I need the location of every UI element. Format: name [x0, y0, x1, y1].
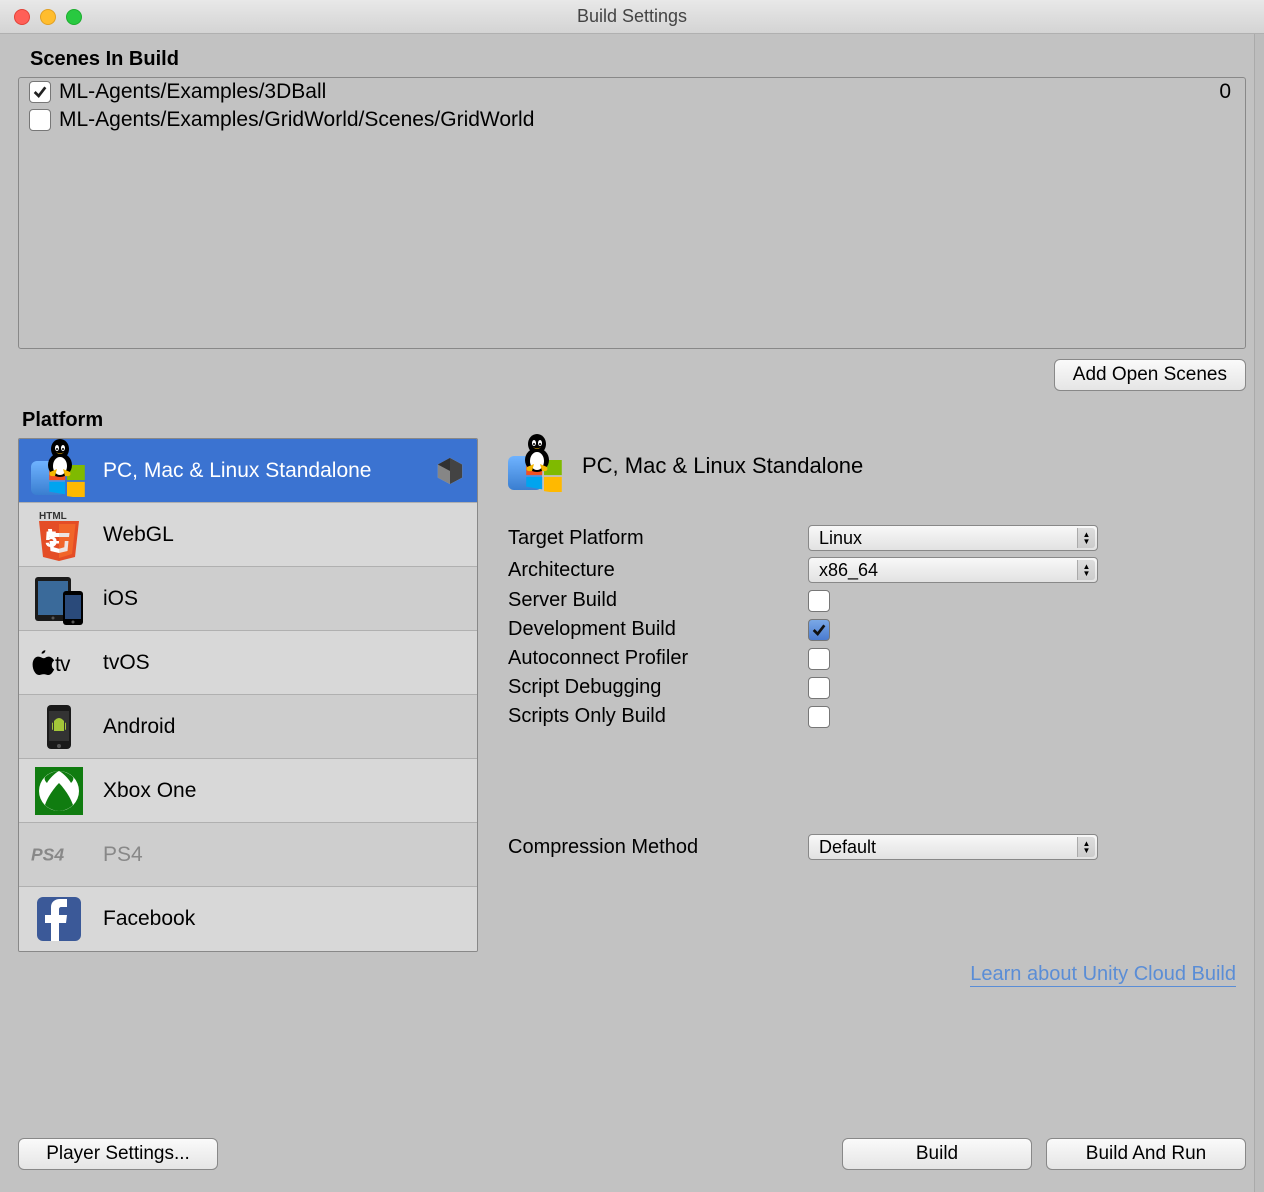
android-icon	[31, 699, 87, 755]
platform-label: tvOS	[103, 651, 150, 675]
platform-item-ps4[interactable]: PS4 PS4	[19, 823, 477, 887]
architecture-value: x86_64	[819, 560, 878, 581]
svg-text:tv: tv	[55, 653, 71, 676]
window-title: Build Settings	[0, 6, 1264, 27]
detail-header: PC, Mac & Linux Standalone	[508, 438, 1236, 494]
script-debugging-checkbox[interactable]	[808, 677, 830, 699]
server-build-checkbox[interactable]	[808, 590, 830, 612]
scene-checkbox[interactable]	[29, 109, 51, 131]
platform-item-android[interactable]: Android	[19, 695, 477, 759]
scripts-only-label: Scripts Only Build	[508, 705, 808, 728]
compression-method-label: Compression Method	[508, 836, 808, 859]
platform-label: Xbox One	[103, 779, 196, 803]
window-titlebar: Build Settings	[0, 0, 1264, 34]
platform-item-webgl[interactable]: HTML 5 WebGL	[19, 503, 477, 567]
tvos-icon: tv	[31, 635, 87, 691]
platform-label: Facebook	[103, 907, 195, 931]
server-build-label: Server Build	[508, 589, 808, 612]
svg-text:5: 5	[45, 527, 57, 552]
chevron-updown-icon: ▲▼	[1077, 528, 1095, 548]
platform-label: WebGL	[103, 523, 174, 547]
scene-row[interactable]: ML-Agents/Examples/3DBall 0	[19, 78, 1245, 106]
ios-icon	[31, 571, 87, 627]
scene-checkbox[interactable]	[29, 81, 51, 103]
development-build-label: Development Build	[508, 618, 808, 641]
target-platform-label: Target Platform	[508, 527, 808, 550]
compression-method-value: Default	[819, 837, 876, 858]
unity-logo-icon	[435, 456, 465, 486]
autoconnect-profiler-checkbox[interactable]	[808, 648, 830, 670]
player-settings-button[interactable]: Player Settings...	[18, 1138, 218, 1170]
detail-title: PC, Mac & Linux Standalone	[582, 453, 863, 479]
scene-path: ML-Agents/Examples/3DBall	[59, 80, 326, 104]
scripts-only-checkbox[interactable]	[808, 706, 830, 728]
xbox-icon	[31, 763, 87, 819]
svg-text:HTML: HTML	[39, 511, 67, 522]
platform-item-facebook[interactable]: Facebook	[19, 887, 477, 951]
svg-text:PS4: PS4	[31, 844, 64, 864]
standalone-icon	[508, 438, 564, 494]
platform-item-tvos[interactable]: tv tvOS	[19, 631, 477, 695]
html5-icon: HTML 5	[31, 507, 87, 563]
architecture-select[interactable]: x86_64 ▲▼	[808, 557, 1098, 583]
scene-index: 0	[1219, 80, 1235, 104]
scene-path: ML-Agents/Examples/GridWorld/Scenes/Grid…	[59, 108, 534, 132]
architecture-label: Architecture	[508, 559, 808, 582]
scenes-list[interactable]: ML-Agents/Examples/3DBall 0 ML-Agents/Ex…	[18, 77, 1246, 349]
target-platform-select[interactable]: Linux ▲▼	[808, 525, 1098, 551]
platform-label: PC, Mac & Linux Standalone	[103, 459, 372, 483]
development-build-checkbox[interactable]	[808, 619, 830, 641]
target-platform-value: Linux	[819, 528, 862, 549]
platform-section-label: Platform	[22, 409, 1246, 432]
platform-item-xbox[interactable]: Xbox One	[19, 759, 477, 823]
chevron-updown-icon: ▲▼	[1077, 837, 1095, 857]
script-debugging-label: Script Debugging	[508, 676, 808, 699]
autoconnect-profiler-label: Autoconnect Profiler	[508, 647, 808, 670]
standalone-icon	[31, 443, 87, 499]
platform-list: PC, Mac & Linux Standalone HTML 5 WebGL i…	[18, 438, 478, 952]
add-open-scenes-button[interactable]: Add Open Scenes	[1054, 359, 1246, 391]
build-button[interactable]: Build	[842, 1138, 1032, 1170]
facebook-icon	[31, 891, 87, 947]
cloud-build-link[interactable]: Learn about Unity Cloud Build	[970, 963, 1236, 987]
window-scrollbar[interactable]	[1254, 34, 1264, 1192]
platform-item-standalone[interactable]: PC, Mac & Linux Standalone	[19, 439, 477, 503]
build-and-run-button[interactable]: Build And Run	[1046, 1138, 1246, 1170]
platform-label: Android	[103, 715, 175, 739]
scenes-section-label: Scenes In Build	[30, 48, 1246, 71]
platform-label: iOS	[103, 587, 138, 611]
chevron-updown-icon: ▲▼	[1077, 560, 1095, 580]
ps4-icon: PS4	[31, 827, 87, 883]
platform-item-ios[interactable]: iOS	[19, 567, 477, 631]
platform-label: PS4	[103, 843, 143, 867]
compression-method-select[interactable]: Default ▲▼	[808, 834, 1098, 860]
scene-row[interactable]: ML-Agents/Examples/GridWorld/Scenes/Grid…	[19, 106, 1245, 134]
